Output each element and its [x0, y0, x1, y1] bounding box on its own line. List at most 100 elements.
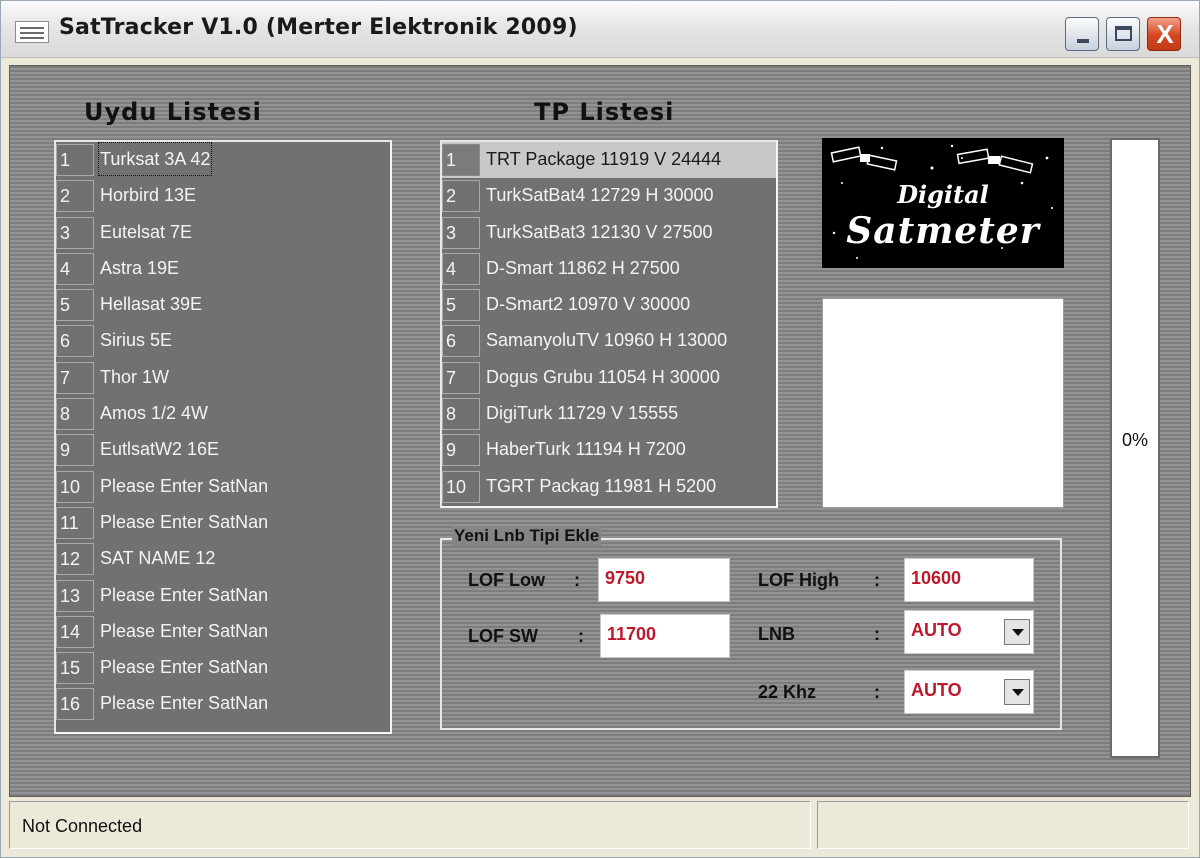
list-item-number: 5	[56, 289, 94, 322]
client-area: Uydu Listesi TP Listesi 1 Turksat 3A 42 2 H…	[9, 65, 1191, 797]
lof-low-colon: :	[574, 570, 580, 590]
list-item[interactable]: 9 EutlsatW2 16E	[56, 432, 390, 468]
list-item[interactable]: 1 Turksat 3A 42	[56, 142, 390, 178]
list-item-label: TurkSatBat3 12130 V 27500	[486, 221, 713, 242]
list-item-number: 6	[442, 325, 480, 358]
list-item-number: 7	[56, 361, 94, 394]
list-item-number: 12	[56, 543, 94, 576]
list-item-label: D-Smart2 10970 V 30000	[486, 294, 691, 315]
khz-colon: :	[874, 682, 880, 702]
list-item[interactable]: 10 Please Enter SatNan	[56, 469, 390, 505]
lnb-colon: :	[874, 624, 880, 644]
title-bar[interactable]: SatTracker V1.0 (Merter Elektronik 2009)…	[1, 1, 1199, 58]
list-item[interactable]: 6 Sirius 5E	[56, 323, 390, 359]
connection-status: Not Connected	[9, 801, 811, 849]
lof-high-label: LOF High	[758, 570, 839, 590]
list-item[interactable]: 1 TRT Package 11919 V 24444	[442, 142, 776, 179]
list-item[interactable]: 10 TGRT Packag 11981 H 5200	[442, 469, 776, 505]
list-item[interactable]: 14 Please Enter SatNan	[56, 614, 390, 650]
signal-level-bar: 0%	[1110, 138, 1160, 758]
list-item-label: TurkSatBat4 12729 H 30000	[486, 185, 714, 206]
khz-select-value: AUTO	[911, 680, 962, 700]
list-item-number: 3	[56, 216, 94, 249]
list-item-number: 2	[56, 180, 94, 213]
list-item-label: Dogus Grubu 11054 H 30000	[486, 366, 720, 387]
list-item-label: Hellasat 39E	[100, 294, 203, 315]
list-item-label: Thor 1W	[100, 366, 170, 387]
list-item[interactable]: 15 Please Enter SatNan	[56, 650, 390, 686]
list-item-number: 14	[56, 615, 94, 648]
list-item[interactable]: 2 Horbird 13E	[56, 178, 390, 214]
minimize-button[interactable]	[1065, 17, 1099, 51]
list-item-number: 8	[442, 398, 480, 431]
list-item-label: Please Enter SatNan	[100, 620, 269, 641]
list-item-label: SamanyoluTV 10960 H 13000	[486, 330, 728, 351]
list-item[interactable]: 13 Please Enter SatNan	[56, 578, 390, 614]
list-item-label: Astra 19E	[100, 257, 180, 278]
satellite-list-heading: Uydu Listesi	[84, 98, 262, 126]
list-item-number: 2	[442, 180, 480, 213]
list-item[interactable]: 4 Astra 19E	[56, 251, 390, 287]
lof-sw-input[interactable]: 11700	[600, 614, 730, 658]
list-item[interactable]: 7 Thor 1W	[56, 360, 390, 396]
lnb-select[interactable]: AUTO	[904, 610, 1034, 654]
lof-high-input[interactable]: 10600	[904, 558, 1034, 602]
list-item-number: 9	[56, 434, 94, 467]
status-bar: Not Connected	[9, 801, 1191, 853]
khz-label: 22 Khz	[758, 682, 817, 702]
list-item-number: 7	[442, 361, 480, 394]
list-item[interactable]: 2 TurkSatBat4 12729 H 30000	[442, 178, 776, 214]
khz-select[interactable]: AUTO	[904, 670, 1034, 714]
list-item-label: EutlsatW2 16E	[100, 439, 220, 460]
window-title: SatTracker V1.0 (Merter Elektronik 2009)	[59, 15, 578, 40]
list-item-label: Please Enter SatNan	[100, 657, 269, 678]
status-panel-secondary	[817, 801, 1189, 849]
signal-display-panel	[822, 298, 1064, 508]
list-item[interactable]: 8 Amos 1/2 4W	[56, 396, 390, 432]
chevron-down-icon[interactable]	[1004, 619, 1030, 645]
list-item-label: Amos 1/2 4W	[100, 403, 209, 424]
list-item[interactable]: 7 Dogus Grubu 11054 H 30000	[442, 360, 776, 396]
list-item[interactable]: 6 SamanyoluTV 10960 H 13000	[442, 323, 776, 359]
list-item[interactable]: 3 TurkSatBat3 12130 V 27500	[442, 215, 776, 251]
list-item[interactable]: 5 Hellasat 39E	[56, 287, 390, 323]
app-icon[interactable]	[15, 21, 49, 43]
list-item[interactable]: 8 DigiTurk 11729 V 15555	[442, 396, 776, 432]
satmeter-logo: Digital Satmeter	[822, 138, 1064, 268]
lof-low-input[interactable]: 9750	[598, 558, 730, 602]
tp-listbox[interactable]: 1 TRT Package 11919 V 24444 2 TurkSatBat4 1…	[440, 140, 778, 508]
close-button[interactable]: X	[1147, 17, 1181, 51]
list-item-number: 5	[442, 289, 480, 322]
list-item-label: Please Enter SatNan	[100, 475, 269, 496]
list-item-label: Please Enter SatNan	[100, 511, 269, 532]
list-item[interactable]: 11 Please Enter SatNan	[56, 505, 390, 541]
list-item[interactable]: 12 SAT NAME 12	[56, 541, 390, 577]
minimize-icon	[1077, 39, 1089, 43]
lnb-group: Yeni Lnb Tipi Ekle LOF Low : 9750 LOF SW…	[440, 526, 1062, 730]
list-item-number: 11	[56, 506, 94, 539]
list-item[interactable]: 9 HaberTurk 11194 H 7200	[442, 432, 776, 468]
list-item-number: 9	[442, 434, 480, 467]
maximize-button[interactable]	[1106, 17, 1140, 51]
list-item-label: DigiTurk 11729 V 15555	[486, 403, 679, 424]
lof-sw-label: LOF SW	[468, 626, 538, 646]
logo-satmeter-text: Satmeter	[846, 210, 1040, 252]
list-item-label: TRT Package 11919 V 24444	[486, 149, 722, 169]
list-item-label: TGRT Packag 11981 H 5200	[486, 475, 717, 496]
satellite-listbox[interactable]: 1 Turksat 3A 42 2 Horbird 13E 3 Eutelsat 7E 4 A…	[54, 140, 392, 734]
list-item[interactable]: 4 D-Smart 11862 H 27500	[442, 251, 776, 287]
list-item-number: 10	[56, 470, 94, 503]
chevron-down-icon[interactable]	[1004, 679, 1030, 705]
list-item-label: Please Enter SatNan	[100, 584, 269, 605]
lof-high-colon: :	[874, 570, 880, 590]
list-item-label: Sirius 5E	[100, 330, 173, 351]
list-item[interactable]: 5 D-Smart2 10970 V 30000	[442, 287, 776, 323]
list-item-number: 4	[442, 252, 480, 285]
list-item[interactable]: 16 Please Enter SatNan	[56, 686, 390, 722]
list-item-label: Please Enter SatNan	[100, 693, 269, 714]
list-item-number: 4	[56, 252, 94, 285]
list-item[interactable]: 3 Eutelsat 7E	[56, 215, 390, 251]
list-item-label: Eutelsat 7E	[100, 221, 193, 242]
list-item-label: Turksat 3A 42	[97, 142, 213, 176]
lof-low-label: LOF Low	[468, 570, 545, 590]
